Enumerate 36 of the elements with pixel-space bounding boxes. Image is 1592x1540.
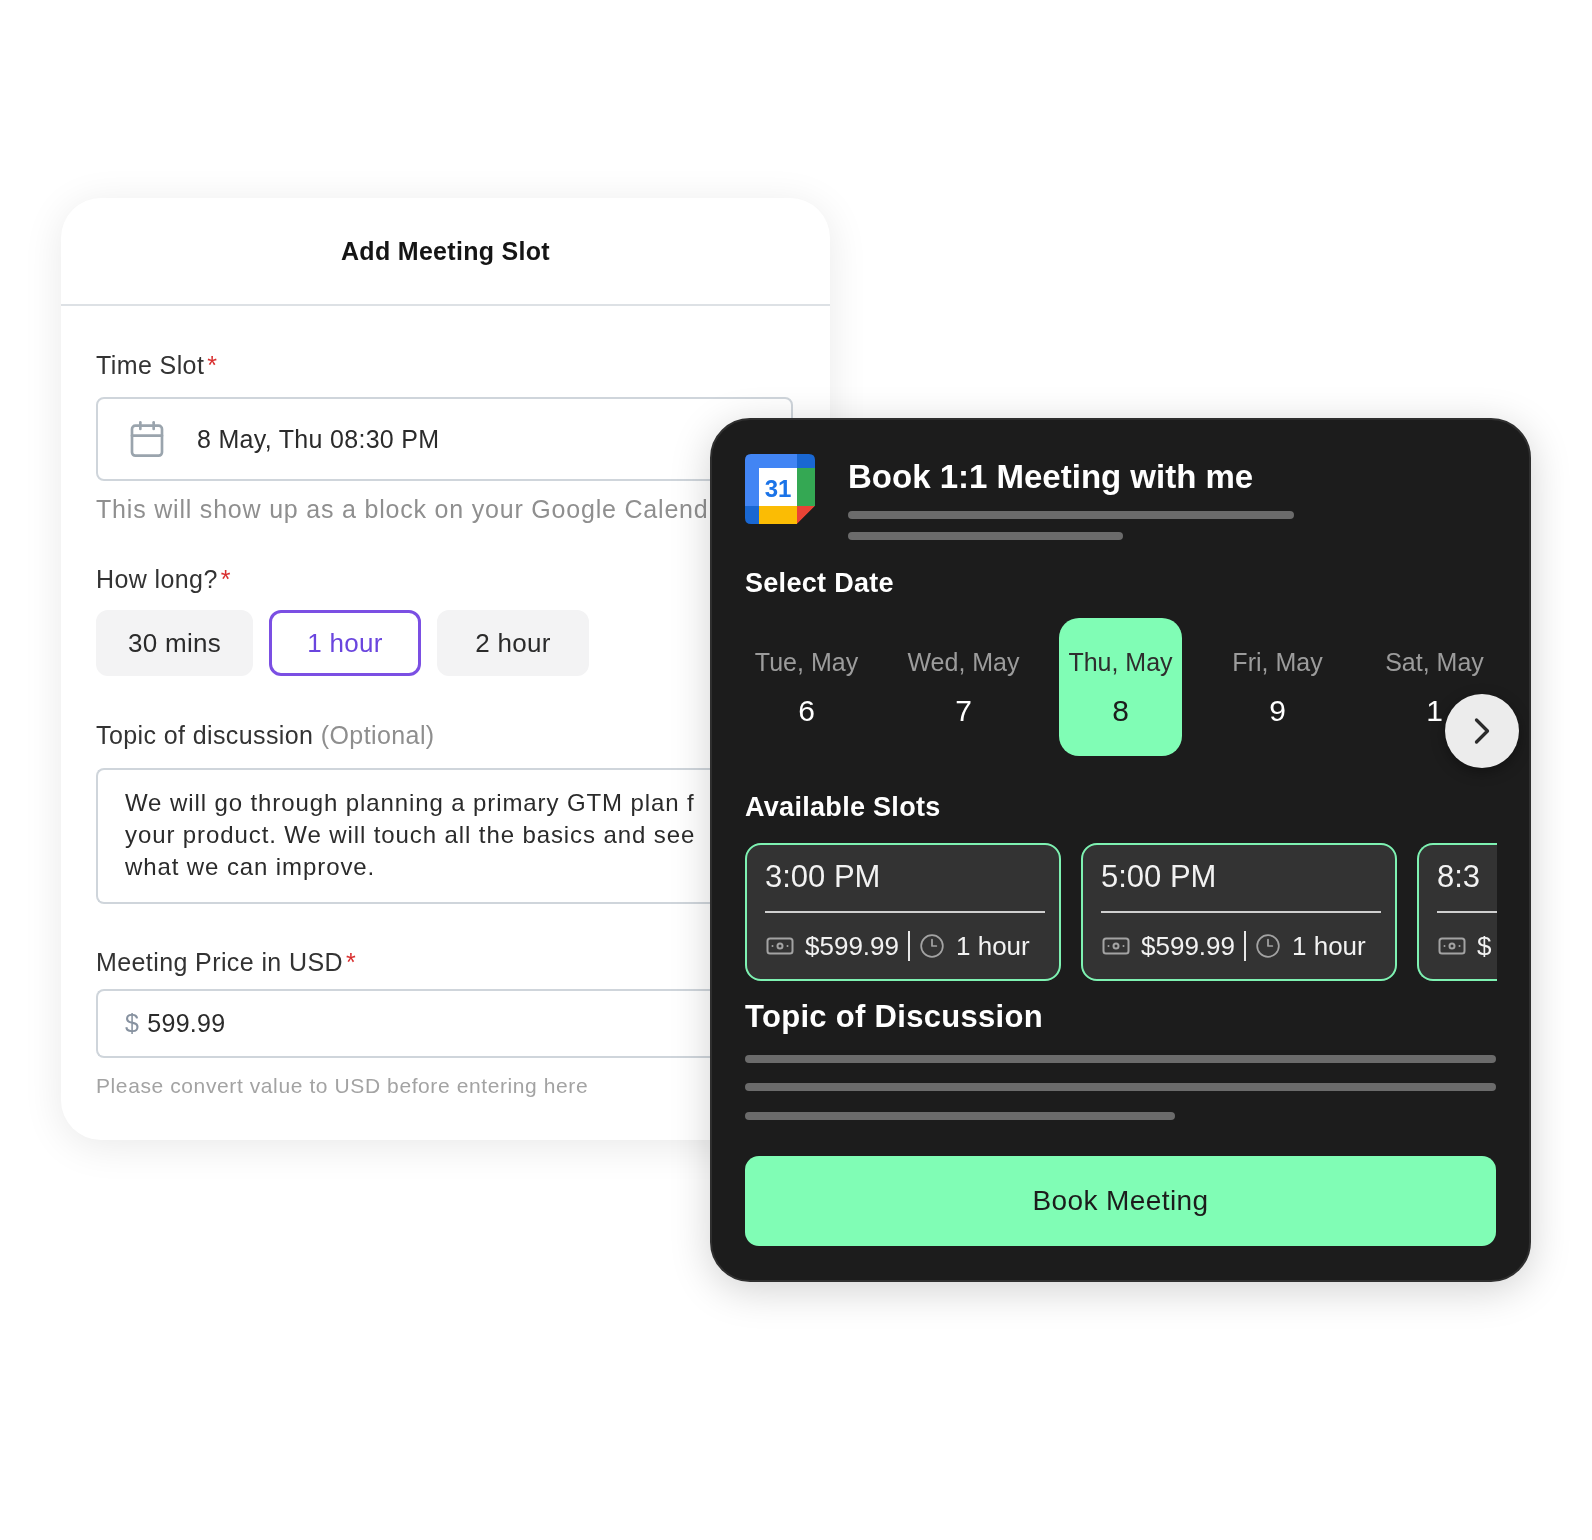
duration-option[interactable]: 2 hour bbox=[437, 610, 589, 676]
date-option[interactable]: Fri, May 9 bbox=[1216, 618, 1339, 756]
date-option[interactable]: Wed, May 7 bbox=[902, 618, 1025, 756]
field-label: Topic of discussion (Optional) bbox=[96, 720, 435, 750]
section-heading: Topic of Discussion bbox=[745, 999, 1043, 1035]
field-label: Meeting Price in USD* bbox=[96, 947, 357, 977]
field-label: Time Slot* bbox=[96, 350, 218, 380]
section-heading: Available Slots bbox=[745, 791, 941, 823]
duration-option[interactable]: 1 hour bbox=[269, 610, 421, 676]
topic-textarea[interactable]: We will go through planning a primary GTM plan f your product. We will touch all the basics and see what we can improve. bbox=[96, 768, 710, 904]
date-time-field[interactable]: 8 May, Thu 08:30 PM bbox=[96, 397, 793, 481]
clock-icon bbox=[919, 933, 945, 959]
section-heading: Select Date bbox=[745, 567, 894, 599]
slot-price: $599.99 bbox=[805, 930, 899, 962]
card-title: Add Meeting Slot bbox=[341, 236, 550, 267]
slot-price: $599.99 bbox=[1141, 930, 1235, 962]
slot-time: 8:3 bbox=[1437, 859, 1482, 895]
slot-time: 3:00 PM bbox=[765, 859, 882, 895]
clock-icon bbox=[1255, 933, 1281, 959]
field-label: How long?* bbox=[96, 564, 231, 594]
field-hint: Please convert value to USD before entering here bbox=[96, 1073, 589, 1099]
time-slot-card[interactable]: 3:00 PM $599.99 1 hour bbox=[745, 843, 1061, 981]
slot-price: $ bbox=[1477, 930, 1492, 962]
book-meeting-button[interactable]: Book Meeting bbox=[745, 1156, 1496, 1246]
field-hint: This will show up as a block on your Google Calend bbox=[96, 494, 709, 524]
slot-duration: 1 hour bbox=[1292, 930, 1366, 962]
duration-option[interactable]: 30 mins bbox=[96, 610, 253, 676]
slot-time: 5:00 PM bbox=[1101, 859, 1218, 895]
time-slot-card[interactable]: 8:3 $ bbox=[1417, 843, 1497, 981]
time-slot-card[interactable]: 5:00 PM $599.99 1 hour bbox=[1081, 843, 1397, 981]
price-field[interactable]: $ 599.99 bbox=[96, 989, 710, 1058]
card-title: Book 1:1 Meeting with me bbox=[848, 457, 1255, 497]
date-option[interactable]: Sat, May 1 bbox=[1373, 618, 1496, 756]
date-option[interactable]: Thu, May 8 bbox=[1059, 618, 1182, 756]
date-option[interactable]: Tue, May 6 bbox=[745, 618, 868, 756]
slot-duration: 1 hour bbox=[956, 930, 1030, 962]
